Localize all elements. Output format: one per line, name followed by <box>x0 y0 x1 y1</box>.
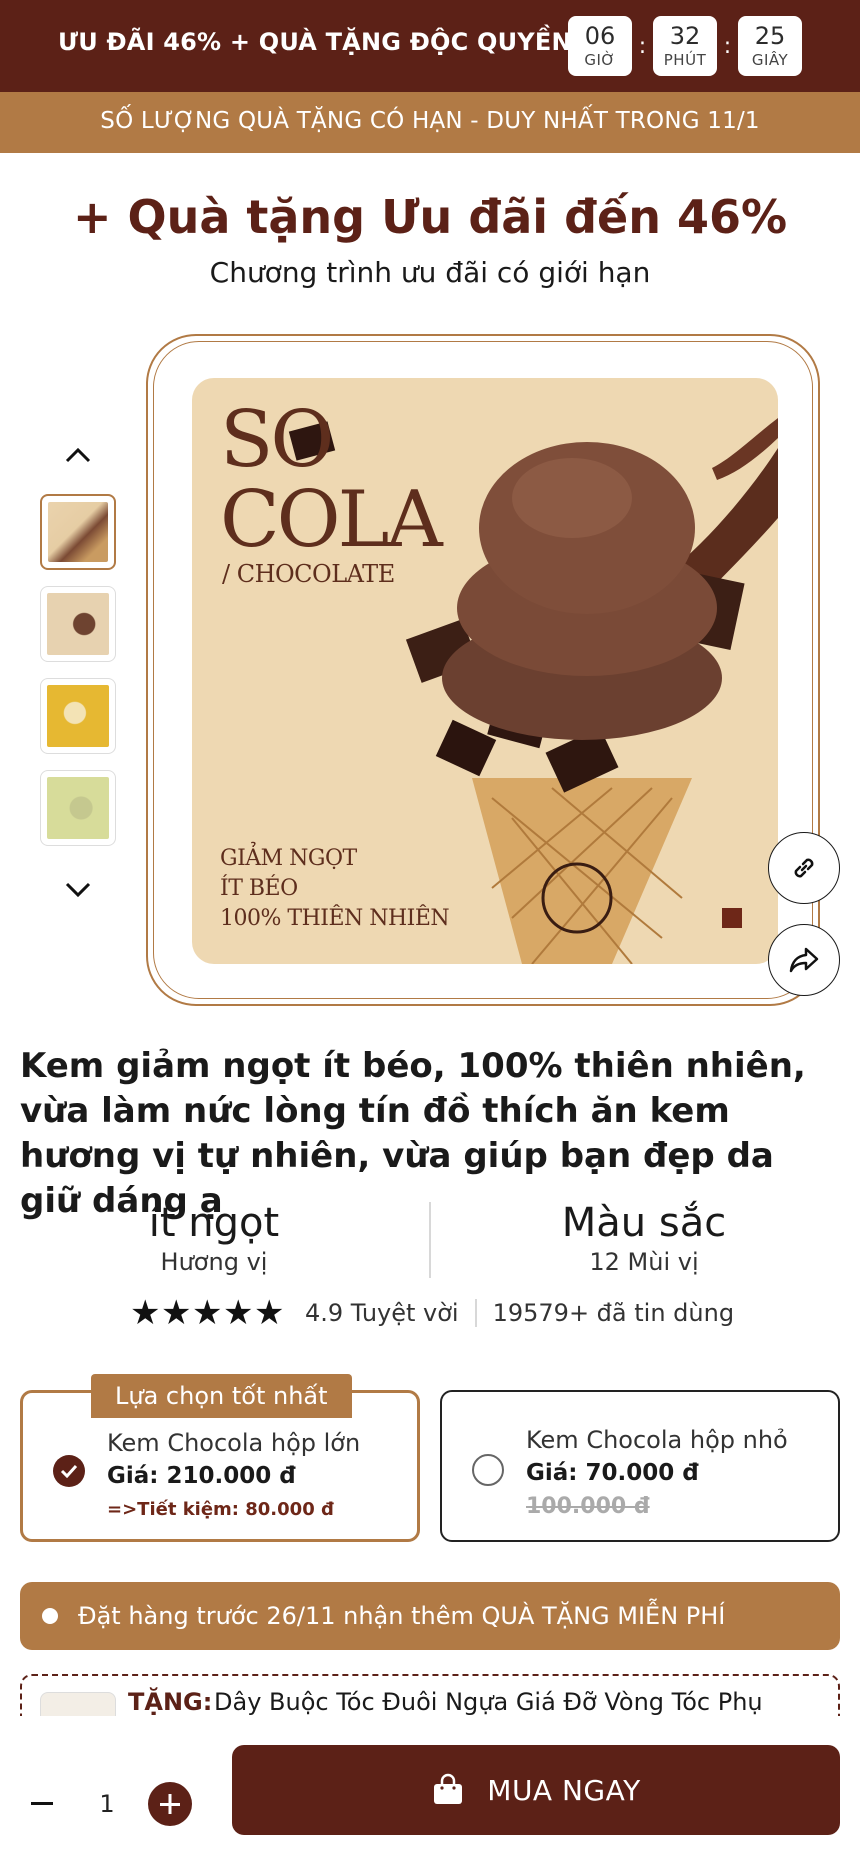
product-image-frame: SO COLA / CHOCOLATE GIẢM NGỌT ÍT BÉO 100… <box>146 334 820 1006</box>
option-name: Kem Chocola hộp nhỏ <box>526 1426 788 1454</box>
image-brand-line-2: COLA <box>220 475 443 565</box>
image-claims: GIẢM NGỌT ÍT BÉO 100% THIÊN NHIÊN <box>220 844 450 934</box>
image-subtitle: / CHOCOLATE <box>222 560 395 588</box>
timer-seconds: 25 GIÂY <box>738 16 802 76</box>
product-title: Kem giảm ngọt ít béo, 100% thiên nhiên, … <box>20 1046 806 1221</box>
ice-cream-illustration <box>288 418 778 964</box>
plus-icon <box>160 1794 180 1814</box>
page-headline: + Quà tặng Ưu đãi đến 46% <box>72 190 788 244</box>
thumbnail-3[interactable] <box>40 678 116 754</box>
promo-text: ƯU ĐÃI 46% + QUÀ TẶNG ĐỘC QUYỀN <box>58 28 572 56</box>
buy-now-button[interactable]: MUA NGAY <box>232 1745 840 1835</box>
quantity-value[interactable]: 1 <box>92 1788 122 1820</box>
image-claim: ÍT BÉO <box>220 876 298 901</box>
gift-label: TẶNG: <box>128 1688 213 1716</box>
star-icon: ★ <box>161 1293 192 1333</box>
timer-seconds-value: 25 <box>754 21 786 50</box>
radio-unchecked[interactable] <box>472 1454 504 1486</box>
timer-hours-value: 06 <box>584 21 616 50</box>
trust-count: 19579+ đã tin dùng <box>492 1299 735 1327</box>
option-price: Giá: 210.000 đ <box>107 1463 296 1489</box>
image-decor-square <box>722 908 742 928</box>
link-icon <box>794 858 814 878</box>
rating-score: 4.9 Tuyệt vời <box>305 1299 459 1327</box>
option-old-price: 100.000 đ <box>526 1494 650 1519</box>
star-icon: ★ <box>254 1293 285 1333</box>
timer-seconds-unit: GIÂY <box>751 51 789 70</box>
share-button[interactable] <box>768 924 840 996</box>
star-icon: ★ <box>130 1293 161 1333</box>
image-brand-line-1: SO <box>220 395 334 485</box>
thumbnail-image <box>47 593 109 655</box>
timer-minutes-unit: PHÚT <box>663 51 707 70</box>
chevron-up-icon[interactable] <box>60 437 96 473</box>
thumbnail-image <box>47 777 109 839</box>
thumbnail-4[interactable] <box>40 770 116 846</box>
quantity-increase-button[interactable] <box>148 1782 192 1826</box>
page-subheadline: Chương trình ưu đãi có giới hạn <box>209 256 651 289</box>
bottom-purchase-bar: 1 MUA NGAY <box>0 1716 860 1864</box>
rating-stars: ★ ★ ★ ★ ★ <box>130 1296 285 1330</box>
image-brand-text: SO COLA <box>220 395 443 565</box>
timer-hours-unit: GIỜ <box>584 51 616 70</box>
stat-flavor-label: Hương vị <box>160 1248 268 1276</box>
check-icon <box>60 1464 78 1478</box>
share-icon <box>789 947 819 973</box>
star-icon: ★ <box>192 1293 223 1333</box>
gift-notice: Đặt hàng trước 26/11 nhận thêm QUÀ TẶNG … <box>20 1582 840 1650</box>
stat-flavor-value: ít ngọt <box>148 1200 280 1246</box>
gift-name: Dây Buộc Tóc Đuôi Ngựa Giá Đỡ Vòng Tóc P… <box>214 1688 763 1716</box>
shopping-bag-icon <box>434 1773 463 1804</box>
chevron-down-icon[interactable] <box>60 872 96 908</box>
star-icon: ★ <box>223 1293 254 1333</box>
thumbnail-image <box>48 502 108 562</box>
thumbnail-2[interactable] <box>40 586 116 662</box>
option-saving: =>Tiết kiệm: 80.000 đ <box>107 1499 334 1520</box>
option-price: Giá: 70.000 đ <box>526 1460 699 1486</box>
rating-divider <box>474 1299 477 1327</box>
stat-color-label: 12 Mùi vị <box>589 1248 699 1276</box>
best-choice-badge: Lựa chọn tốt nhất <box>91 1374 352 1418</box>
thumbnail-image <box>47 685 109 747</box>
stat-color-value: Màu sắc <box>561 1200 727 1246</box>
stat-flavor: ít ngọt Hương vị <box>54 1200 374 1276</box>
countdown-timer: 06 GIỜ : 32 PHÚT : 25 GIÂY <box>568 16 802 76</box>
timer-minutes: 32 PHÚT <box>653 16 717 76</box>
timer-separator: : <box>723 33 732 59</box>
timer-hours: 06 GIỜ <box>568 16 632 76</box>
quantity-decrease-button[interactable] <box>26 1788 58 1820</box>
notice-text: Đặt hàng trước 26/11 nhận thêm QUÀ TẶNG … <box>78 1602 726 1630</box>
image-claim: 100% THIÊN NHIÊN <box>220 906 450 931</box>
limited-gift-bar: SỐ LƯỢNG QUÀ TẶNG CÓ HẠN - DUY NHẤT TRON… <box>0 92 860 153</box>
timer-minutes-value: 32 <box>669 21 701 50</box>
radio-checked[interactable] <box>53 1455 85 1487</box>
notice-bullet <box>42 1608 58 1624</box>
option-large-box[interactable]: Lựa chọn tốt nhất Kem Chocola hộp lớn Gi… <box>20 1374 420 1542</box>
copy-link-button[interactable] <box>768 832 840 904</box>
promo-bar: ƯU ĐÃI 46% + QUÀ TẶNG ĐỘC QUYỀN 06 GIỜ :… <box>0 0 860 92</box>
limited-gift-text: SỐ LƯỢNG QUÀ TẶNG CÓ HẠN - DUY NHẤT TRON… <box>100 108 760 134</box>
rating-row: ★ ★ ★ ★ ★ 4.9 Tuyệt vời 19579+ đã tin dùng <box>130 1296 734 1330</box>
timer-separator: : <box>638 33 647 59</box>
buy-now-label: MUA NGAY <box>487 1773 641 1807</box>
stat-color: Màu sắc 12 Mùi vị <box>484 1200 804 1276</box>
image-claim: GIẢM NGỌT <box>220 846 357 871</box>
product-main-image[interactable]: SO COLA / CHOCOLATE GIẢM NGỌT ÍT BÉO 100… <box>192 378 778 964</box>
option-small-box[interactable]: Kem Chocola hộp nhỏ Giá: 70.000 đ 100.00… <box>440 1390 840 1542</box>
thumbnail-1[interactable] <box>40 494 116 570</box>
stat-divider <box>429 1202 431 1278</box>
minus-icon <box>31 1802 53 1805</box>
option-name: Kem Chocola hộp lớn <box>107 1429 361 1457</box>
